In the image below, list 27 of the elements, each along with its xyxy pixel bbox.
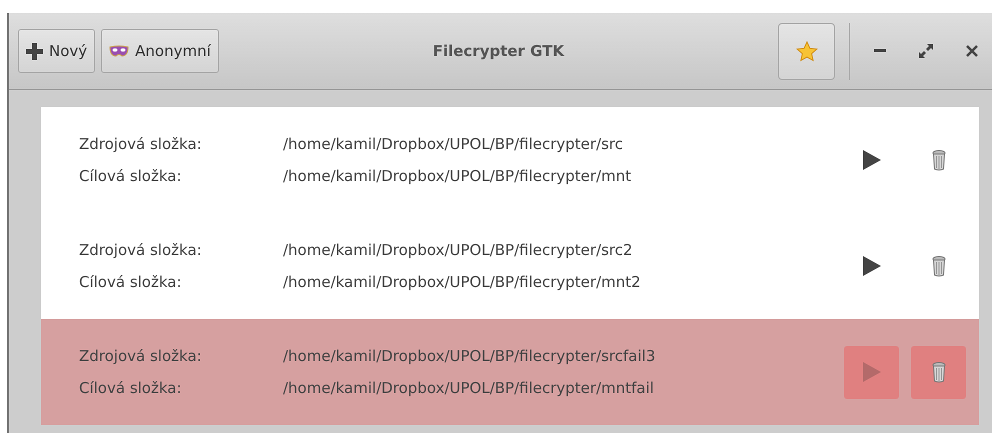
- play-icon: [862, 256, 880, 276]
- source-path: /home/kamil/Dropbox/UPOL/BP/filecrypter/src2: [283, 241, 634, 259]
- mask-icon: [109, 45, 130, 57]
- source-path: /home/kamil/Dropbox/UPOL/BP/filecrypter/srcfail3: [283, 347, 656, 365]
- target-path: /home/kamil/Dropbox/UPOL/BP/filecrypter/mnt: [283, 167, 632, 185]
- window-title: Filecrypter GTK: [432, 42, 566, 60]
- source-label: Zdrojová složka:: [79, 135, 203, 153]
- target-path: /home/kamil/Dropbox/UPOL/BP/filecrypter/mnt2: [283, 273, 642, 291]
- target-path: /home/kamil/Dropbox/UPOL/BP/filecrypter/mntfail: [283, 379, 655, 397]
- trash-icon: [932, 149, 946, 171]
- play-icon: [862, 362, 880, 382]
- star-icon: [796, 40, 818, 62]
- play-icon: [862, 150, 880, 170]
- anonymous-button[interactable]: Anonymní: [101, 29, 219, 73]
- target-label: Cílová složka:: [79, 167, 183, 185]
- maximize-icon: [918, 43, 934, 59]
- new-button[interactable]: Nový: [18, 29, 96, 73]
- source-label: Zdrojová složka:: [79, 347, 203, 365]
- trash-icon: [932, 361, 946, 383]
- trash-icon: [932, 255, 946, 277]
- source-path: /home/kamil/Dropbox/UPOL/BP/filecrypter/src: [283, 135, 624, 153]
- target-label: Cílová složka:: [79, 379, 183, 397]
- plus-icon: [26, 42, 43, 60]
- close-icon: [966, 45, 978, 57]
- source-label: Zdrojová složka:: [79, 241, 203, 259]
- target-label: Cílová složka:: [79, 273, 183, 291]
- minimize-icon: [874, 49, 886, 53]
